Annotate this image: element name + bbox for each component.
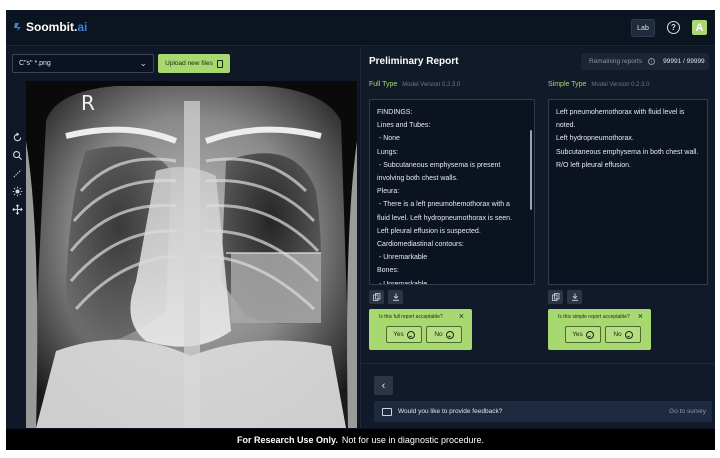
avatar[interactable]: A (692, 20, 707, 35)
panel-divider (361, 363, 715, 364)
copy-icon (551, 293, 559, 301)
remaining-reports-badge: Remaining reports i 99991 / 99999 (581, 53, 709, 70)
close-icon[interactable]: × (459, 311, 464, 321)
full-report-no-button[interactable]: No (426, 326, 462, 343)
download-icon (392, 293, 399, 301)
upload-files-button[interactable]: Upload new files (158, 54, 230, 73)
chat-icon (382, 407, 392, 416)
remaining-label: Remaining reports (589, 58, 643, 65)
report-line: Left pleural effusion is suspected. (377, 227, 481, 235)
report-line: fluid level. Left hydropneumothorax is s… (377, 214, 513, 222)
simple-report-lines: Left pneumohemothorax with fluid level i… (556, 106, 700, 172)
chevron-down-icon: ⌄ (139, 58, 147, 68)
download-icon (571, 293, 578, 301)
simple-type-version: Model Version 0.2.3.0 (591, 82, 650, 88)
yes-label: Yes (393, 331, 404, 338)
xray-side-marker: R (81, 91, 95, 115)
report-line: Pleura: (377, 188, 400, 196)
simple-report-yes-button[interactable]: Yes (565, 326, 601, 343)
simple-report-textbox[interactable]: Left pneumohemothorax with fluid level i… (548, 99, 708, 285)
logo[interactable]: Soombit. ai (13, 20, 87, 34)
back-button[interactable]: ‹ (374, 376, 393, 395)
logo-suffix: ai (77, 20, 88, 34)
simple-report-feedback-card: Is this simple report acceptable? × Yes … (548, 309, 651, 350)
viewer-toolbar (11, 131, 23, 221)
download-simple-report-button[interactable] (567, 290, 582, 304)
file-select-value: C"s" *.png (19, 60, 51, 67)
copy-icon (372, 293, 380, 301)
report-line: Lines and Tubes: (377, 122, 431, 130)
logo-name: Soombit. (26, 20, 78, 34)
report-line: Bones: (377, 267, 399, 275)
report-line: R/O left pleural effusion. (556, 161, 631, 169)
rotate-icon[interactable] (11, 131, 23, 143)
no-label: No (613, 331, 622, 338)
survey-link[interactable]: Go to survey (669, 408, 706, 415)
simple-type-label: Simple Type (548, 81, 587, 88)
disclaimer-text: Not for use in diagnostic procedure. (341, 434, 484, 445)
report-line: - Unremarkable (377, 280, 428, 285)
close-icon[interactable]: × (638, 311, 643, 321)
feedback-survey-bar[interactable]: Would you like to provide feedback? Go t… (374, 401, 712, 422)
report-line: Left hydropneumothorax. (556, 135, 634, 143)
info-icon[interactable]: i (648, 58, 656, 65)
smile-icon (445, 330, 454, 339)
brightness-icon[interactable] (11, 185, 23, 197)
chevron-left-icon: ‹ (381, 379, 386, 392)
measure-icon[interactable] (11, 167, 23, 179)
question-circle-icon[interactable]: ? (667, 21, 680, 34)
report-panel: Preliminary Report Remaining reports i 9… (360, 47, 715, 428)
report-line: - There is a left pneumohemothorax with … (377, 201, 510, 209)
report-line: Lungs: (377, 148, 399, 156)
full-report-yes-button[interactable]: Yes (386, 326, 422, 343)
xray-drawing (26, 81, 357, 428)
report-line: FINDINGS: (377, 109, 413, 116)
chest-xray-image[interactable]: R (26, 81, 357, 428)
report-line: Subcutaneous emphysema in both chest wal… (556, 148, 699, 156)
full-report-textbox[interactable]: FINDINGS: Lines and Tubes: - None Lungs: -… (369, 99, 535, 285)
smile-icon (624, 330, 633, 339)
app-window: Soombit. ai Lab ? A C"s" *.png ⌄ Upload n… (6, 10, 715, 450)
report-line: involving both chest walls. (377, 175, 458, 183)
copy-full-report-button[interactable] (369, 290, 384, 304)
simple-type-heading: Simple Type Model Version 0.2.3.0 (548, 81, 649, 88)
simple-report-question: Is this simple report acceptable? (558, 314, 630, 320)
no-label: No (434, 331, 443, 338)
logo-mark-icon (14, 23, 21, 31)
smile-icon (585, 330, 594, 339)
report-line: noted. (556, 122, 576, 130)
full-report-feedback-card: Is this full report acceptable? × Yes No (369, 309, 472, 350)
full-type-version: Model Version 0.2.3.0 (402, 82, 461, 88)
image-viewer-panel: C"s" *.png ⌄ Upload new files R (6, 47, 359, 428)
lab-button[interactable]: Lab (631, 19, 655, 37)
report-line: Cardiomediastinal contours: (377, 241, 464, 249)
disclaimer-footer: For Research Use Only. Not for use in di… (6, 429, 715, 450)
feedback-prompt: Would you like to provide feedback? (398, 408, 503, 415)
copy-simple-report-button[interactable] (548, 290, 563, 304)
upload-label: Upload new files (165, 60, 213, 67)
smile-icon (406, 330, 415, 339)
report-line: - Subcutaneous emphysema is present (377, 161, 501, 169)
file-upload-icon (216, 59, 223, 68)
report-line: Left pneumohemothorax with fluid level i… (556, 109, 685, 116)
full-report-question: Is this full report acceptable? (379, 314, 443, 320)
yes-label: Yes (572, 331, 583, 338)
report-line: - Unremarkable (377, 254, 428, 262)
disclaimer-bold: For Research Use Only. (237, 434, 338, 445)
move-icon[interactable] (11, 203, 23, 215)
full-type-heading: Full Type Model Version 0.2.3.0 (369, 81, 460, 88)
full-type-label: Full Type (369, 81, 398, 88)
download-full-report-button[interactable] (388, 290, 403, 304)
simple-report-no-button[interactable]: No (605, 326, 641, 343)
remaining-value: 99991 / 99999 (663, 58, 705, 65)
zoom-icon[interactable] (11, 149, 23, 161)
file-select-dropdown[interactable]: C"s" *.png ⌄ (12, 54, 154, 73)
top-bar: Soombit. ai Lab ? A (6, 10, 715, 46)
report-title: Preliminary Report (369, 56, 459, 67)
full-report-scrollbar[interactable] (530, 130, 532, 210)
report-line: - None (377, 135, 400, 143)
full-report-lines: FINDINGS: Lines and Tubes: - None Lungs: -… (377, 106, 527, 285)
